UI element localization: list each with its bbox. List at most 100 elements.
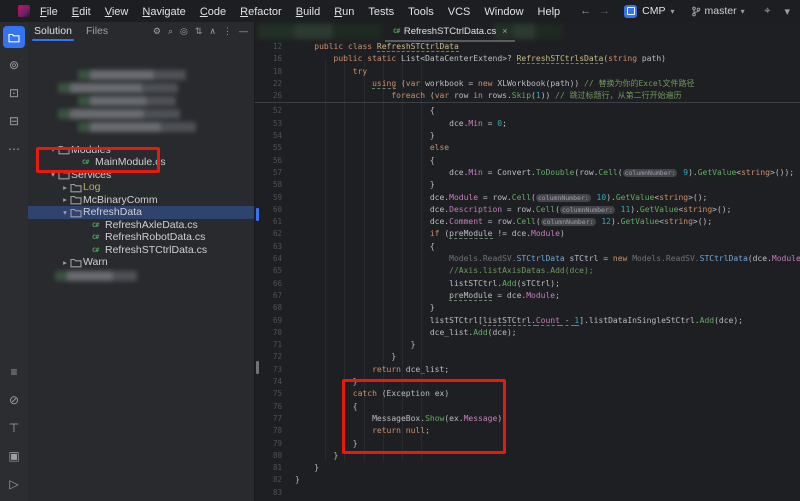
code-editor[interactable]: 12 public class RefreshSTCtrlData16 publ… xyxy=(255,40,800,501)
run-tool-icon[interactable]: ▷ xyxy=(3,473,25,495)
code-line-64[interactable]: 64 Models.ReadSV.STCtrlData sTCtrl = new… xyxy=(255,253,800,265)
search-everywhere-icon[interactable]: ⌖ xyxy=(764,5,770,18)
branch-widget[interactable]: master ▾ xyxy=(691,5,745,17)
tree-item-warn[interactable]: ▸Warn xyxy=(28,256,254,269)
code-line-26[interactable]: 26 foreach (var row in rows.Skip(1)) // … xyxy=(255,90,800,102)
menu-tests[interactable]: Tests xyxy=(368,6,394,18)
code-line-12[interactable]: 12 public class RefreshSTCtrlData xyxy=(255,41,800,53)
tree-item-refreshrobotdata-cs[interactable]: C#RefreshRobotData.cs xyxy=(28,231,254,244)
view-options-icon[interactable]: ⚙ xyxy=(153,26,161,37)
code-line-77[interactable]: 77 MessageBox.Show(ex.Message); xyxy=(255,413,800,425)
tree-item-refreshdata[interactable]: ▾RefreshData xyxy=(28,206,254,219)
menu-vcs[interactable]: VCS xyxy=(448,6,471,18)
code-line-57[interactable]: 57 dce.Min = Convert.ToDouble(row.Cell(c… xyxy=(255,167,800,179)
chevron-down-icon[interactable]: ▾ xyxy=(48,170,58,179)
code-line-82[interactable]: 82} xyxy=(255,474,800,486)
forward-arrow-icon[interactable]: → xyxy=(599,5,610,17)
code-line-63[interactable]: 63 { xyxy=(255,241,800,253)
code-line-78[interactable]: 78 return null; xyxy=(255,425,800,437)
tree-item-services[interactable]: ▾Services xyxy=(28,169,254,182)
titlebar-right-icons: ⌖▾ xyxy=(764,0,790,22)
code-line-52[interactable]: 52 { xyxy=(255,105,800,117)
code-text: dce.Comment = row.Cell(columnNumber: 12)… xyxy=(295,216,800,228)
indent-guide xyxy=(402,60,403,461)
code-line-58[interactable]: 58 } xyxy=(255,179,800,191)
code-line-61[interactable]: 61 dce.Comment = row.Cell(columnNumber: … xyxy=(255,216,800,228)
code-line-18[interactable]: 18 try xyxy=(255,66,800,78)
code-line-69[interactable]: 69 listSTCtrl[listSTCtrl.Count - 1].list… xyxy=(255,315,800,327)
code-line-53[interactable]: 53 dce.Min = 0; xyxy=(255,118,800,130)
code-line-83[interactable]: 83 xyxy=(255,487,800,499)
menu-view[interactable]: View xyxy=(105,6,129,18)
menu-edit[interactable]: Edit xyxy=(72,6,91,18)
menu-run[interactable]: Run xyxy=(334,6,354,18)
line-number: 80 xyxy=(255,450,295,462)
code-line-62[interactable]: 62 if (preModule != dce.Module) xyxy=(255,228,800,240)
code-line-80[interactable]: 80 } xyxy=(255,450,800,462)
expand-nodes-icon[interactable]: ⇅ xyxy=(195,26,203,37)
project-tool-icon[interactable] xyxy=(3,26,25,48)
menu-refactor[interactable]: Refactor xyxy=(240,6,282,18)
collapse-all-icon[interactable]: ∧ xyxy=(209,26,216,37)
code-line-60[interactable]: 60 dce.Description = row.Cell(columnNumb… xyxy=(255,204,800,216)
problems-tool-icon[interactable]: ⊘ xyxy=(3,389,25,411)
code-text: public static List<DataCenterExtend>? Re… xyxy=(295,53,800,65)
menu-window[interactable]: Window xyxy=(484,6,523,18)
code-line-16[interactable]: 16 public static List<DataCenterExtend>?… xyxy=(255,53,800,65)
code-line-76[interactable]: 76 { xyxy=(255,401,800,413)
menu-file[interactable]: File xyxy=(40,6,58,18)
close-icon[interactable]: × xyxy=(502,26,507,36)
code-line-68[interactable]: 68 } xyxy=(255,302,800,314)
code-line-55[interactable]: 55 else xyxy=(255,142,800,154)
code-line-79[interactable]: 79 } xyxy=(255,438,800,450)
locate-file-icon[interactable]: ◎ xyxy=(180,26,188,37)
tree-item-mainmodule-cs[interactable]: C#MainModule.cs xyxy=(28,156,254,169)
search-icon[interactable]: ⌕ xyxy=(168,26,173,37)
code-line-72[interactable]: 72 } xyxy=(255,351,800,363)
code-line-67[interactable]: 67 preModule = dce.Module; xyxy=(255,290,800,302)
code-line-81[interactable]: 81 } xyxy=(255,462,800,474)
tab-solution[interactable]: Solution xyxy=(34,25,72,37)
menu-code[interactable]: Code xyxy=(200,6,226,18)
code-line-71[interactable]: 71 } xyxy=(255,339,800,351)
code-line-56[interactable]: 56 { xyxy=(255,155,800,167)
more-options-icon[interactable]: ⋮ xyxy=(223,26,232,37)
endpoints-tool-icon[interactable]: ⊤ xyxy=(3,417,25,439)
commit-tool-icon[interactable]: ⊚ xyxy=(3,54,25,76)
chevron-right-icon[interactable]: ▸ xyxy=(60,183,70,192)
bookmarks-tool-icon[interactable]: ⊟ xyxy=(3,110,25,132)
tree-item-modules[interactable]: ▾Modules xyxy=(28,144,254,157)
more-tool-windows-icon[interactable]: ⋯ xyxy=(3,138,25,160)
menu-navigate[interactable]: Navigate xyxy=(142,6,185,18)
menu-tools[interactable]: Tools xyxy=(408,6,434,18)
chevron-right-icon[interactable]: ▸ xyxy=(60,258,70,267)
code-line-74[interactable]: 74 } xyxy=(255,376,800,388)
chevron-right-icon[interactable]: ▸ xyxy=(60,195,70,204)
code-line-75[interactable]: 75 catch (Exception ex) xyxy=(255,388,800,400)
menu-help[interactable]: Help xyxy=(538,6,561,18)
tree-item-refreshstctrldata-cs[interactable]: C#RefreshSTCtrlData.cs xyxy=(28,244,254,257)
chevron-down-icon[interactable]: ▾ xyxy=(60,208,70,217)
code-line-22[interactable]: 22 using (var workbook = new XLWorkbook(… xyxy=(255,78,800,90)
terminal-tool-icon[interactable]: ▣ xyxy=(3,445,25,467)
tab-refreshstctrldata[interactable]: C# RefreshSTCtrlData.cs × xyxy=(385,22,515,42)
hide-toolbar-icon[interactable]: ▾ xyxy=(784,5,790,18)
code-line-65[interactable]: 65 //Axis.listAxisDatas.Add(dce); xyxy=(255,265,800,277)
todo-tool-icon[interactable]: ≡ xyxy=(3,361,25,383)
chevron-down-icon[interactable]: ▾ xyxy=(48,145,58,154)
code-line-70[interactable]: 70 dce_list.Add(dce); xyxy=(255,327,800,339)
tree-item-refreshaxledata-cs[interactable]: C#RefreshAxleData.cs xyxy=(28,219,254,232)
menu-build[interactable]: Build xyxy=(296,6,320,18)
code-line-66[interactable]: 66 listSTCtrl.Add(sTCtrl); xyxy=(255,278,800,290)
code-text: } xyxy=(295,462,800,474)
code-line-73[interactable]: 73 return dce_list; xyxy=(255,364,800,376)
tree-item-mcbinarycomm[interactable]: ▸McBinaryComm xyxy=(28,194,254,207)
code-line-59[interactable]: 59 dce.Module = row.Cell(columnNumber: 1… xyxy=(255,192,800,204)
hide-panel-icon[interactable]: — xyxy=(239,26,248,37)
run-widget[interactable]: CMP ▾ xyxy=(624,5,674,18)
code-line-54[interactable]: 54 } xyxy=(255,130,800,142)
back-arrow-icon[interactable]: ← xyxy=(580,5,591,17)
tab-files[interactable]: Files xyxy=(86,25,108,37)
tree-item-log[interactable]: ▸Log xyxy=(28,181,254,194)
structure-tool-icon[interactable]: ⊡ xyxy=(3,82,25,104)
